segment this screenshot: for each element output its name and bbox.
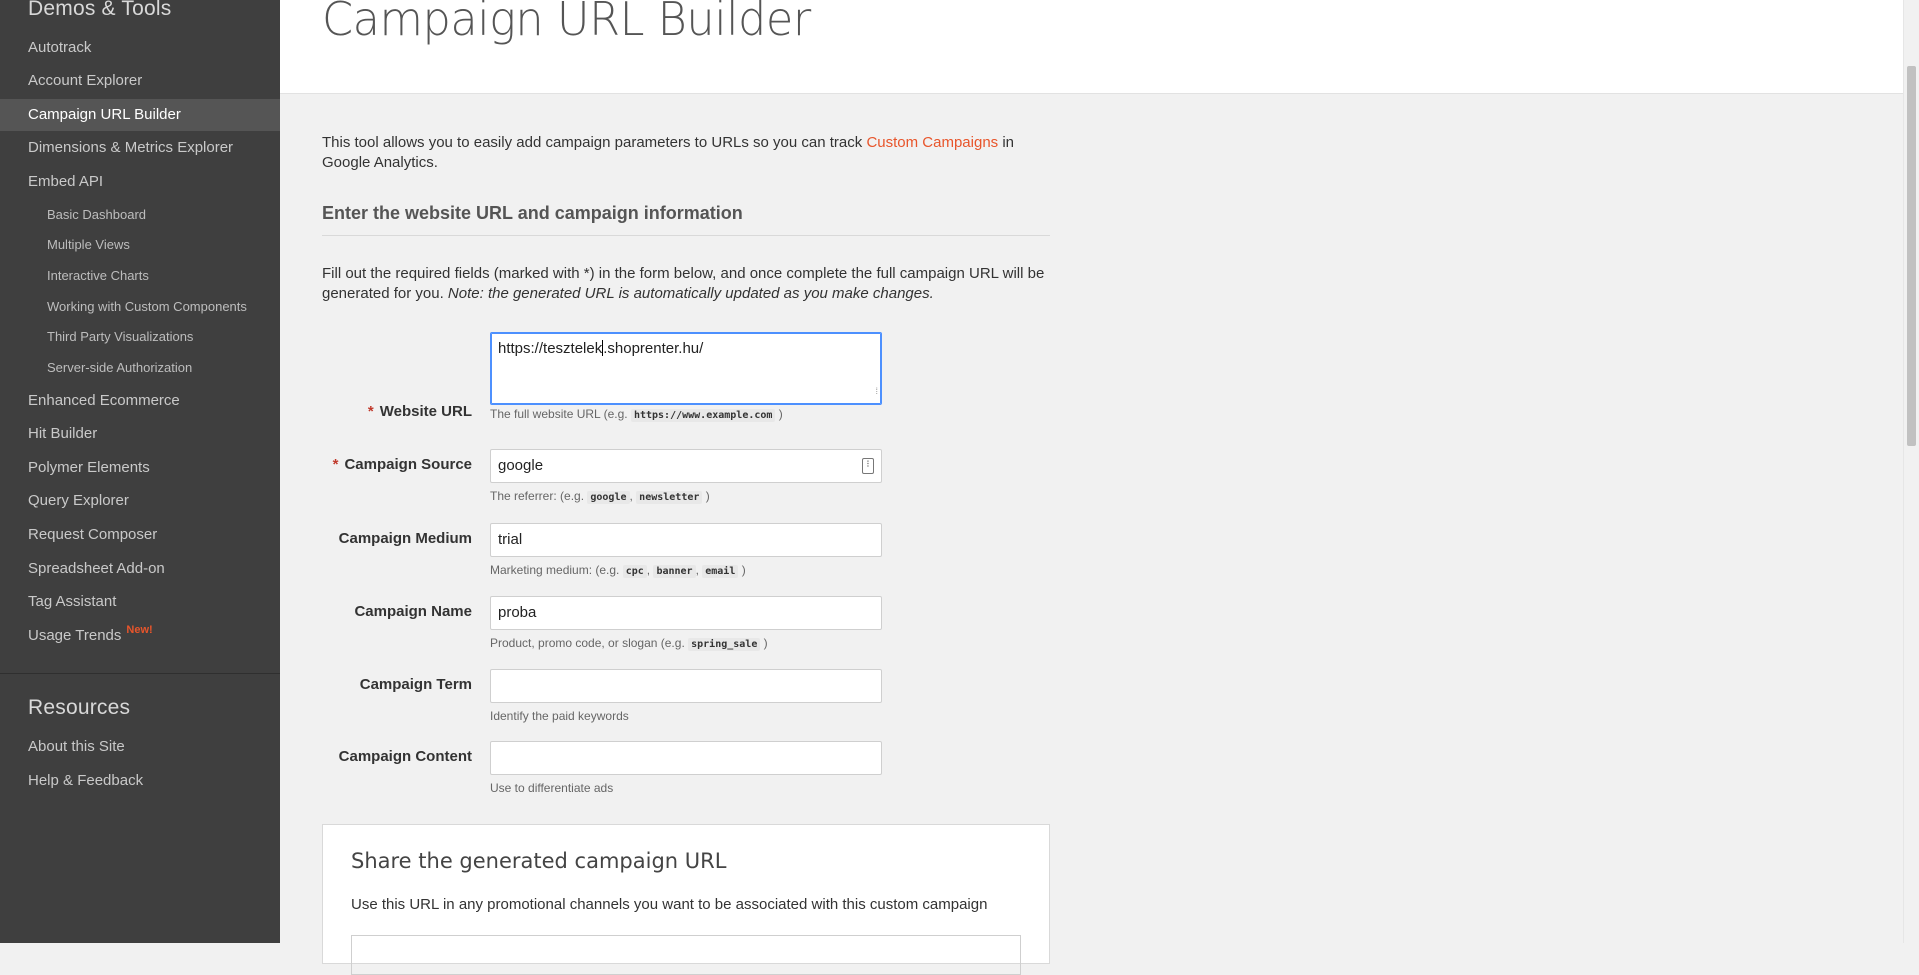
- sidebar-item-enhanced-ecommerce[interactable]: Enhanced Ecommerce: [0, 385, 280, 417]
- sidebar-item-usage-trends-label: Usage Trends: [28, 627, 122, 644]
- campaign-source-value: google: [498, 457, 544, 474]
- sidebar-subitem-custom-components[interactable]: Working with Custom Components: [0, 293, 280, 321]
- hint-end: ): [738, 563, 746, 577]
- website-url-label: * Website URL: [322, 403, 472, 420]
- custom-campaigns-link[interactable]: Custom Campaigns: [866, 134, 998, 151]
- campaign-content-label: Campaign Content: [338, 748, 472, 765]
- sidebar-item-account-explorer[interactable]: Account Explorer: [0, 65, 280, 97]
- campaign-medium-hint: Marketing medium: (e.g. cpc, banner, ema…: [490, 563, 746, 578]
- hint-code: spring_sale: [688, 638, 761, 651]
- section-heading: Enter the website URL and campaign infor…: [322, 203, 1050, 236]
- new-badge: New!: [126, 624, 153, 636]
- sidebar-subitem-server-side-authorization[interactable]: Server-side Authorization: [0, 354, 280, 382]
- hint-code: https://www.example.com: [630, 409, 776, 422]
- sidebar-item-spreadsheet-add-on[interactable]: Spreadsheet Add-on: [0, 553, 280, 585]
- campaign-content-hint: Use to differentiate ads: [490, 781, 614, 795]
- resize-handle-icon[interactable]: ⁞: [875, 381, 878, 401]
- sidebar-item-usage-trends[interactable]: Usage Trends New!: [0, 620, 280, 652]
- hint-end: ): [760, 636, 768, 650]
- website-url-hint: The full website URL (e.g. https://www.e…: [490, 407, 783, 422]
- sidebar-subitem-multiple-views[interactable]: Multiple Views: [0, 231, 280, 259]
- website-url-value-b: .shoprenter.hu/: [603, 340, 704, 357]
- page-title: Campaign URL Builder: [322, 0, 811, 46]
- sidebar: Demos & Tools Autotrack Account Explorer…: [0, 0, 280, 943]
- campaign-source-input[interactable]: google ⁝: [490, 449, 882, 483]
- share-url-description: Use this URL in any promotional channels…: [351, 896, 988, 913]
- page-scrollbar[interactable]: [1903, 0, 1919, 943]
- sidebar-section-demos-tools: Demos & Tools: [28, 0, 172, 20]
- sidebar-subitem-third-party-visualizations[interactable]: Third Party Visualizations: [0, 323, 280, 351]
- sidebar-item-embed-api[interactable]: Embed API: [0, 166, 280, 198]
- required-marker: *: [367, 403, 374, 420]
- campaign-source-label: * Campaign Source: [322, 456, 472, 473]
- campaign-term-hint: Identify the paid keywords: [490, 709, 629, 723]
- website-url-label-text: Website URL: [379, 403, 472, 420]
- share-url-title: Share the generated campaign URL: [351, 849, 727, 873]
- hint-code: newsletter: [636, 491, 703, 504]
- campaign-medium-label: Campaign Medium: [338, 530, 472, 547]
- campaign-term-label: Campaign Term: [359, 676, 472, 693]
- intro-text: This tool allows you to easily add campa…: [322, 133, 1052, 173]
- sidebar-item-hit-builder[interactable]: Hit Builder: [0, 418, 280, 450]
- hint-text: Product, promo code, or slogan (e.g.: [490, 636, 689, 650]
- sidebar-item-dimensions-metrics-explorer[interactable]: Dimensions & Metrics Explorer: [0, 132, 280, 164]
- sidebar-subitem-basic-dashboard[interactable]: Basic Dashboard: [0, 201, 280, 229]
- sidebar-item-about-this-site[interactable]: About this Site: [0, 731, 280, 763]
- hint-code: email: [702, 565, 739, 578]
- autofill-icon[interactable]: ⁝: [862, 458, 874, 474]
- generated-url-box[interactable]: [351, 935, 1021, 975]
- sidebar-item-query-explorer[interactable]: Query Explorer: [0, 485, 280, 517]
- campaign-source-label-text: Campaign Source: [344, 456, 472, 473]
- sidebar-item-request-composer[interactable]: Request Composer: [0, 519, 280, 551]
- campaign-medium-input[interactable]: trial: [490, 523, 882, 557]
- instructions-text: Fill out the required fields (marked wit…: [322, 264, 1052, 304]
- intro-text-before: This tool allows you to easily add campa…: [322, 134, 867, 151]
- campaign-name-label: Campaign Name: [354, 603, 472, 620]
- sidebar-divider: [0, 673, 280, 674]
- sidebar-section-resources: Resources: [28, 696, 131, 719]
- hint-code: banner: [653, 565, 696, 578]
- sidebar-subitem-interactive-charts[interactable]: Interactive Charts: [0, 262, 280, 290]
- campaign-term-input[interactable]: [490, 669, 882, 703]
- campaign-name-hint: Product, promo code, or slogan (e.g. spr…: [490, 636, 768, 651]
- scrollbar-thumb[interactable]: [1907, 66, 1916, 446]
- hint-end: ): [775, 407, 783, 421]
- instructions-note: Note: the generated URL is automatically…: [447, 285, 934, 302]
- hint-text: The full website URL (e.g.: [490, 407, 631, 421]
- campaign-content-input[interactable]: [490, 741, 882, 775]
- hint-text: The referrer: (e.g.: [490, 489, 588, 503]
- campaign-source-hint: The referrer: (e.g. google, newsletter ): [490, 489, 710, 504]
- hint-code: cpc: [622, 565, 647, 578]
- hint-end: ): [702, 489, 710, 503]
- page-header: Campaign URL Builder: [280, 0, 1904, 94]
- required-marker: *: [332, 456, 339, 473]
- hint-text: Marketing medium: (e.g.: [490, 563, 623, 577]
- sidebar-item-help-feedback[interactable]: Help & Feedback: [0, 765, 280, 797]
- sidebar-item-autotrack[interactable]: Autotrack: [0, 32, 280, 64]
- share-url-card: Share the generated campaign URL Use thi…: [322, 824, 1050, 975]
- campaign-name-input[interactable]: proba: [490, 596, 882, 630]
- hint-code: google: [587, 491, 630, 504]
- sidebar-item-tag-assistant[interactable]: Tag Assistant: [0, 586, 280, 618]
- website-url-input[interactable]: https://tesztelek.shoprenter.hu/ ⁞: [490, 332, 882, 405]
- website-url-value-a: https://tesztelek: [498, 340, 603, 357]
- sidebar-item-polymer-elements[interactable]: Polymer Elements: [0, 452, 280, 484]
- sidebar-item-campaign-url-builder[interactable]: Campaign URL Builder: [0, 99, 280, 131]
